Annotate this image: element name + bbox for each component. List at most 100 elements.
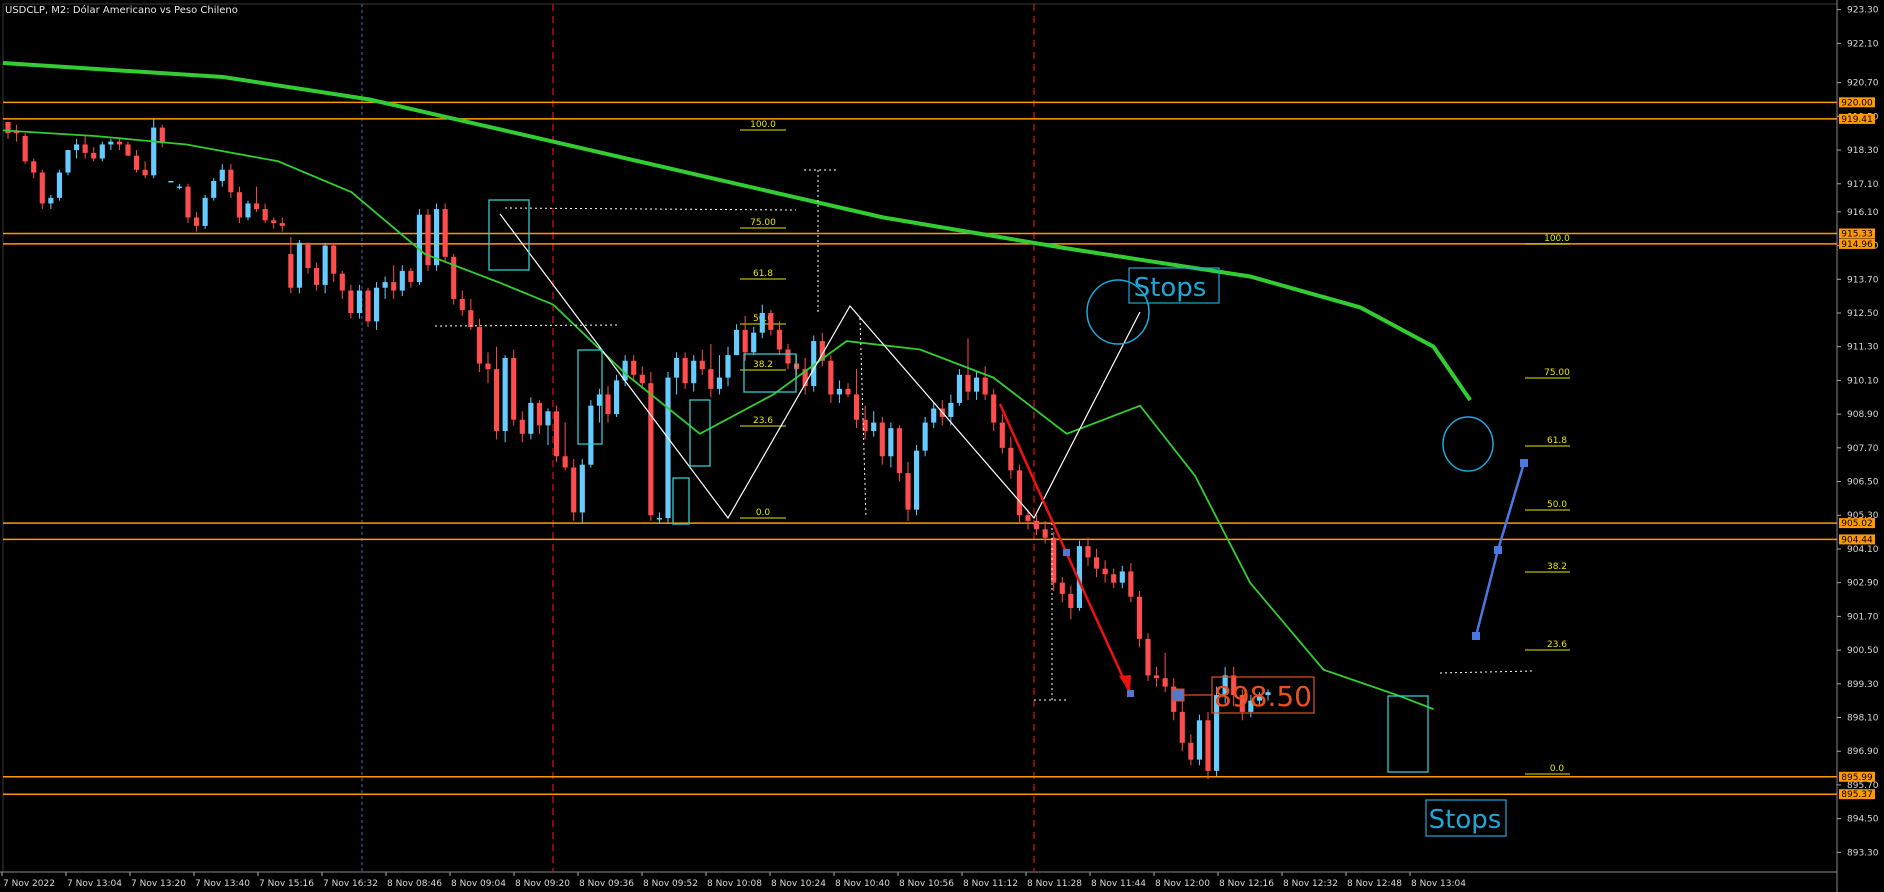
arrow-handle[interactable]	[1472, 632, 1480, 640]
arrow-handle[interactable]	[1520, 459, 1528, 467]
candle-body[interactable]	[194, 217, 200, 226]
candle-body[interactable]	[39, 172, 45, 204]
candle-body[interactable]	[356, 290, 362, 313]
candle-body[interactable]	[185, 186, 191, 218]
candle-body[interactable]	[142, 169, 148, 176]
candle-body[interactable]	[691, 360, 697, 384]
candle-body[interactable]	[331, 245, 337, 274]
candle-body[interactable]	[236, 192, 242, 218]
candle-body[interactable]	[125, 144, 131, 156]
candle-body[interactable]	[176, 186, 182, 189]
candle-body[interactable]	[159, 127, 165, 142]
candle-body[interactable]	[742, 329, 748, 353]
candle-body[interactable]	[836, 388, 842, 395]
candle-body[interactable]	[82, 144, 88, 153]
candle-body[interactable]	[1094, 557, 1100, 569]
candle-body[interactable]	[99, 144, 105, 159]
candle-body[interactable]	[888, 428, 894, 457]
candle-body[interactable]	[682, 357, 688, 384]
candle-body[interactable]	[614, 380, 620, 415]
candle-body[interactable]	[408, 270, 414, 283]
candle-body[interactable]	[1188, 742, 1194, 760]
candle-body[interactable]	[382, 282, 388, 288]
candle-body[interactable]	[631, 360, 637, 375]
highlight-circle[interactable]	[1442, 416, 1494, 472]
candle-body[interactable]	[254, 203, 260, 210]
candle-body[interactable]	[974, 377, 980, 392]
candle-body[interactable]	[759, 312, 765, 333]
candle-body[interactable]	[596, 394, 602, 406]
candle-body[interactable]	[476, 327, 482, 364]
candle-body[interactable]	[785, 349, 791, 364]
candle-body[interactable]	[828, 360, 834, 395]
candle-body[interactable]	[871, 422, 877, 431]
candle-body[interactable]	[528, 402, 534, 434]
candle-body[interactable]	[554, 411, 560, 457]
candle-body[interactable]	[991, 394, 997, 423]
candle-body[interactable]	[1008, 447, 1014, 471]
candle-body[interactable]	[905, 473, 911, 510]
candle-body[interactable]	[442, 209, 448, 257]
candle-body[interactable]	[468, 310, 474, 328]
candle-body[interactable]	[279, 223, 285, 226]
candle-body[interactable]	[656, 518, 662, 520]
range-rectangle[interactable]	[1387, 695, 1429, 773]
candle-body[interactable]	[896, 428, 902, 474]
candle-body[interactable]	[665, 377, 671, 519]
candle-body[interactable]	[314, 268, 320, 285]
price-label-handle[interactable]	[1171, 688, 1185, 702]
candle-body[interactable]	[134, 155, 140, 170]
candle-body[interactable]	[108, 141, 114, 145]
candle-body[interactable]	[845, 388, 851, 395]
candle-body[interactable]	[999, 422, 1005, 448]
candle-body[interactable]	[211, 180, 217, 198]
candle-body[interactable]	[391, 282, 397, 291]
candle-body[interactable]	[322, 245, 328, 285]
candle-body[interactable]	[571, 467, 577, 513]
candle-body[interactable]	[459, 298, 465, 311]
candle-body[interactable]	[365, 290, 371, 322]
candle-body[interactable]	[1119, 571, 1125, 583]
candle-body[interactable]	[74, 144, 80, 151]
candle-body[interactable]	[485, 363, 491, 370]
candle-body[interactable]	[151, 127, 157, 176]
candle-body[interactable]	[1042, 529, 1048, 538]
candle-body[interactable]	[588, 405, 594, 465]
range-rectangle[interactable]	[672, 477, 690, 525]
candle-body[interactable]	[271, 220, 277, 224]
arrow-handle[interactable]	[1494, 546, 1502, 554]
candle-body[interactable]	[931, 408, 937, 423]
candle-body[interactable]	[305, 242, 311, 269]
candle-body[interactable]	[48, 197, 54, 204]
candle-body[interactable]	[699, 360, 705, 370]
candle-body[interactable]	[22, 136, 28, 162]
candle-body[interactable]	[536, 402, 542, 426]
candle-body[interactable]	[1102, 568, 1108, 575]
candle-body[interactable]	[65, 150, 71, 173]
candle-body[interactable]	[262, 209, 268, 221]
candle-body[interactable]	[716, 377, 722, 389]
candle-body[interactable]	[296, 242, 302, 288]
candle-body[interactable]	[1145, 638, 1151, 676]
candle-body[interactable]	[1034, 520, 1040, 530]
candle-body[interactable]	[648, 383, 654, 516]
candle-body[interactable]	[31, 161, 37, 173]
candle-body[interactable]	[734, 329, 740, 356]
candle-body[interactable]	[708, 369, 714, 389]
candle-body[interactable]	[914, 450, 920, 510]
candle-body[interactable]	[1025, 515, 1031, 521]
candle-body[interactable]	[502, 357, 508, 431]
candle-body[interactable]	[854, 394, 860, 420]
candle-body[interactable]	[451, 256, 457, 299]
candle-body[interactable]	[219, 169, 225, 181]
candle-body[interactable]	[1196, 720, 1202, 760]
candle-body[interactable]	[288, 254, 294, 288]
candle-body[interactable]	[674, 357, 680, 378]
candle-body[interactable]	[228, 169, 234, 193]
range-rectangle[interactable]	[488, 199, 530, 271]
candle-body[interactable]	[1059, 582, 1065, 594]
candle-body[interactable]	[245, 203, 251, 218]
candle-body[interactable]	[1111, 574, 1117, 583]
candle-body[interactable]	[545, 411, 551, 426]
candle-body[interactable]	[1068, 593, 1074, 608]
